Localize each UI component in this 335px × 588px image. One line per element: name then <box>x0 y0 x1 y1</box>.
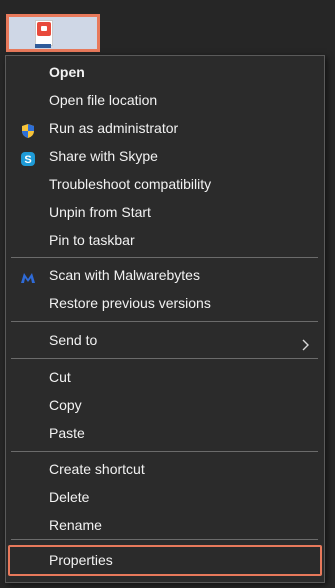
menu-item-troubleshoot-compatibility[interactable]: Troubleshoot compatibility <box>6 170 324 198</box>
menu-item-run-as-administrator[interactable]: Run as administrator <box>6 114 324 142</box>
menu-item-label: Properties <box>49 552 113 568</box>
menu-item-label: Scan with Malwarebytes <box>49 267 200 283</box>
menu-item-open[interactable]: Open <box>6 58 324 86</box>
menu-group-scan: Scan with Malwarebytes Restore previous … <box>6 261 324 317</box>
uac-shield-icon <box>20 120 36 138</box>
menu-separator <box>11 451 318 452</box>
application-icon <box>35 20 53 46</box>
menu-item-unpin-from-start[interactable]: Unpin from Start <box>6 198 324 226</box>
menu-item-properties[interactable]: Properties <box>6 546 324 574</box>
menu-group-properties: Properties <box>6 546 324 574</box>
menu-item-create-shortcut[interactable]: Create shortcut <box>6 455 324 483</box>
menu-item-label: Open <box>49 64 85 80</box>
menu-item-label: Copy <box>49 397 82 413</box>
menu-item-label: Share with Skype <box>49 148 158 164</box>
menu-group-file-actions: Create shortcut Delete Rename <box>6 455 324 539</box>
menu-item-scan-with-malwarebytes[interactable]: Scan with Malwarebytes <box>6 261 324 289</box>
menu-item-restore-previous-versions[interactable]: Restore previous versions <box>6 289 324 317</box>
menu-separator <box>11 539 318 540</box>
menu-item-label: Send to <box>49 332 98 348</box>
menu-item-copy[interactable]: Copy <box>6 391 324 419</box>
menu-item-label: Paste <box>49 425 85 441</box>
menu-item-label: Run as administrator <box>49 120 179 136</box>
chevron-right-icon <box>298 333 312 351</box>
menu-item-send-to[interactable]: Send to <box>6 326 324 354</box>
svg-text:S: S <box>24 154 31 166</box>
menu-item-label: Troubleshoot compatibility <box>49 176 212 192</box>
menu-item-label: Rename <box>49 517 102 533</box>
menu-item-delete[interactable]: Delete <box>6 483 324 511</box>
menu-item-label: Delete <box>49 489 90 505</box>
menu-item-label: Restore previous versions <box>49 295 211 311</box>
malwarebytes-icon <box>20 267 36 283</box>
selected-desktop-shortcut[interactable] <box>6 14 100 52</box>
menu-separator <box>11 257 318 258</box>
context-menu: Open Open file location Run as administr… <box>5 55 325 583</box>
menu-item-paste[interactable]: Paste <box>6 419 324 447</box>
menu-separator <box>11 358 318 359</box>
menu-item-open-file-location[interactable]: Open file location <box>6 86 324 114</box>
menu-item-rename[interactable]: Rename <box>6 511 324 539</box>
desktop: Open Open file location Run as administr… <box>0 0 335 588</box>
menu-item-label: Open file location <box>49 92 158 108</box>
menu-item-pin-to-taskbar[interactable]: Pin to taskbar <box>6 226 324 254</box>
menu-item-cut[interactable]: Cut <box>6 363 324 391</box>
menu-item-label: Cut <box>49 369 71 385</box>
menu-group-open: Open Open file location Run as administr… <box>6 58 324 254</box>
shortcut-arrow-icon <box>35 44 51 48</box>
menu-group-send-to: Send to <box>6 326 324 354</box>
menu-item-label: Create shortcut <box>49 461 145 477</box>
menu-separator <box>11 321 318 322</box>
menu-item-label: Unpin from Start <box>49 204 151 220</box>
menu-item-label: Pin to taskbar <box>49 232 135 248</box>
menu-group-clipboard: Cut Copy Paste <box>6 363 324 447</box>
menu-item-share-with-skype[interactable]: S Share with Skype <box>6 142 324 170</box>
skype-icon: S <box>20 148 36 166</box>
